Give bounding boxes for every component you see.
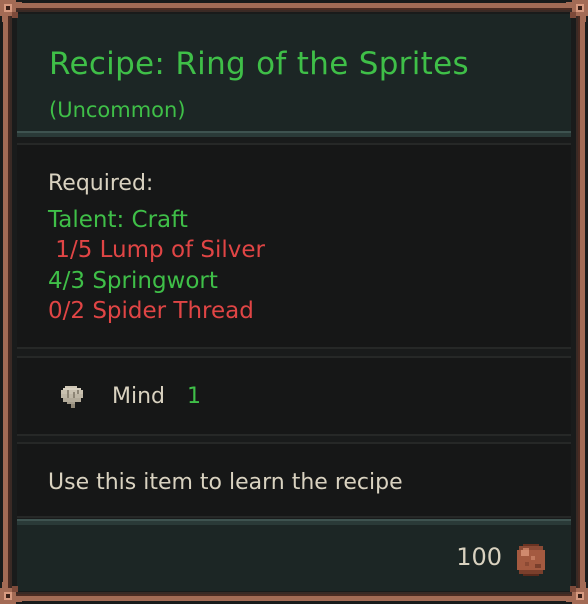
description-panel: Use this item to learn the recipe <box>17 442 571 518</box>
requirements-panel: Required: Talent: Craft 1/5 Lump of Silv… <box>17 143 571 349</box>
item-title: Recipe: Ring of the Sprites <box>49 46 469 82</box>
item-rarity: (Uncommon) <box>49 98 186 122</box>
requirement-ingredient: 0/2 Spider Thread <box>48 298 254 324</box>
tooltip-header: Recipe: Ring of the Sprites (Uncommon) <box>17 14 571 135</box>
requirement-ingredient: 1/5 Lump of Silver <box>48 237 266 263</box>
requirement-talent: Talent: Craft <box>48 207 188 233</box>
corner-ornament <box>566 0 588 22</box>
corner-ornament <box>566 582 588 604</box>
corner-ornament <box>0 582 22 604</box>
stat-value: 1 <box>187 384 201 409</box>
corner-ornament <box>0 0 22 22</box>
requirement-ingredient: 4/3 Springwort <box>48 268 218 294</box>
stat-name: Mind <box>112 384 166 409</box>
price-value: 100 <box>456 543 502 571</box>
tooltip-footer: 100 <box>17 525 571 591</box>
stat-panel: Mind 1 <box>17 356 571 436</box>
brain-icon <box>61 386 83 408</box>
item-description: Use this item to learn the recipe <box>48 470 403 495</box>
coin-icon <box>517 544 545 576</box>
divider <box>17 131 571 137</box>
item-tooltip: Recipe: Ring of the Sprites (Uncommon) R… <box>0 0 588 604</box>
requirements-label: Required: <box>48 171 154 196</box>
